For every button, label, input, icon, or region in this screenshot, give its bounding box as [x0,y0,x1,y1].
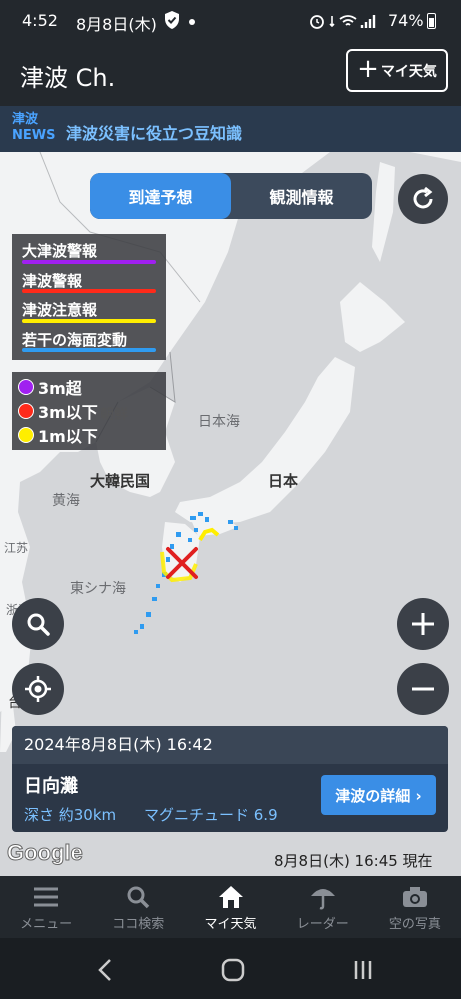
battery-percent: 74% [388,11,424,30]
battery-icon [427,13,436,29]
recent-apps-icon[interactable] [349,956,377,984]
back-icon[interactable] [92,956,120,984]
map-label-north-korea: 朝鮮 [100,407,128,423]
tab-label: ココ検索 [112,917,165,932]
legend-label: 大津波警報 [22,242,98,260]
legend-label: 津波警報 [22,271,83,290]
system-nav-bar [0,938,461,999]
system-status-icons [310,15,376,29]
map-label-yellow-sea: 黄海 [52,493,80,509]
camera-icon [402,887,427,907]
search-icon [27,613,50,636]
tab-radar[interactable]: レーダー [277,876,369,938]
height-label: 3m超 [38,379,82,398]
zoom-in-button[interactable] [397,598,449,650]
tab-label: メニュー [20,917,73,932]
map-label-japan-sea: 日本海 [198,414,240,430]
quake-datetime: 2024年8月8日(木) 16:42 [12,726,448,764]
news-logo-line1: 津波 [12,112,39,127]
menu-icon [34,887,59,907]
tab-label: レーダー [296,917,349,932]
legend-label: 津波注意報 [22,301,98,319]
search-location-button[interactable] [12,598,64,650]
quake-depth: 深さ 約30km [24,806,117,824]
tsunami-map[interactable]: 到達予想 観測情報 大津波警報 津波警報 津波注意報 若干の海面変動 3m超 3… [0,152,461,876]
news-banner-text: 津波災害に役立つ豆知識 [66,124,243,143]
tab-observation[interactable]: 観測情報 [231,173,372,219]
legend-item: 津波警報 [18,268,160,298]
status-date: 8月8日(木) [76,15,157,34]
search-icon [127,886,150,909]
current-location-button[interactable] [12,663,64,715]
warning-legend: 大津波警報 津波警報 津波注意報 若干の海面変動 [12,234,166,360]
map-label-korea: 大韓民国 [90,472,151,490]
tab-my-weather[interactable]: マイ天気 [184,876,276,938]
tab-menu[interactable]: メニュー [0,876,92,938]
view-segmented-control: 到達予想 観測情報 [90,173,372,219]
home-nav-icon[interactable] [219,956,247,984]
tab-sky-photos[interactable]: 空の写真 [369,876,461,938]
legend-item: 大津波警報 [18,238,160,268]
refresh-icon [413,186,433,209]
height-label: 1m以下 [38,427,98,446]
tab-label: マイ天気 [204,917,257,932]
plus-icon: + [357,54,379,84]
quake-magnitude: マグニチュード 6.9 [144,806,278,824]
tsunami-detail-button[interactable]: 津波の詳細 › [321,775,436,815]
map-label-jiangsu: 江苏 [4,541,29,555]
tab-search[interactable]: ココ検索 [92,876,184,938]
plus-icon [412,613,434,635]
tsunami-news-banner[interactable]: 津波 NEWS 津波災害に役立つ豆知識 [0,106,461,152]
zoom-out-button[interactable] [397,663,449,715]
status-bar: 4:52 8月8日(木) 74% [0,0,461,42]
notification-dot-icon [189,19,195,25]
legend-label: 若干の海面変動 [22,330,128,349]
tab-label: 空の写真 [388,917,441,932]
tab-arrival-forecast[interactable]: 到達予想 [90,173,231,219]
news-logo-line2: NEWS [12,128,56,143]
bottom-tab-bar: メニュー ココ検索 マイ天気 レーダー 空の写真 [0,876,461,938]
refresh-button[interactable] [398,174,448,224]
height-legend-item: 1m以下 [18,423,160,447]
earthquake-info-card: 2024年8月8日(木) 16:42 日向灘 深さ 約30km マグニチュード … [12,726,448,832]
tsunami-news-logo: 津波 NEWS [12,112,60,148]
legend-item: 若干の海面変動 [18,327,160,357]
add-my-weather-label: マイ天気 [380,63,437,80]
height-legend-item: 3m超 [18,375,160,399]
quake-epicenter: 日向灘 [24,776,78,797]
google-logo: Google [7,840,84,866]
add-my-weather-button[interactable]: + マイ天気 [346,49,448,92]
map-label-japan: 日本 [268,472,299,490]
height-legend-item: 3m以下 [18,399,160,423]
status-time: 4:52 [22,11,58,30]
height-label: 3m以下 [38,403,98,422]
minus-icon [412,687,434,691]
shield-icon [165,11,179,29]
umbrella-icon [310,889,335,910]
locate-icon [25,676,51,702]
home-icon [218,886,243,908]
map-label-east-china-sea: 東シナ海 [70,581,126,597]
page-title: 津波 Ch. [20,64,116,92]
current-time-label: 8月8日(木) 16:45 現在 [274,852,433,870]
legend-item: 津波注意報 [18,297,160,327]
height-legend: 3m超 3m以下 1m以下 [12,372,166,450]
